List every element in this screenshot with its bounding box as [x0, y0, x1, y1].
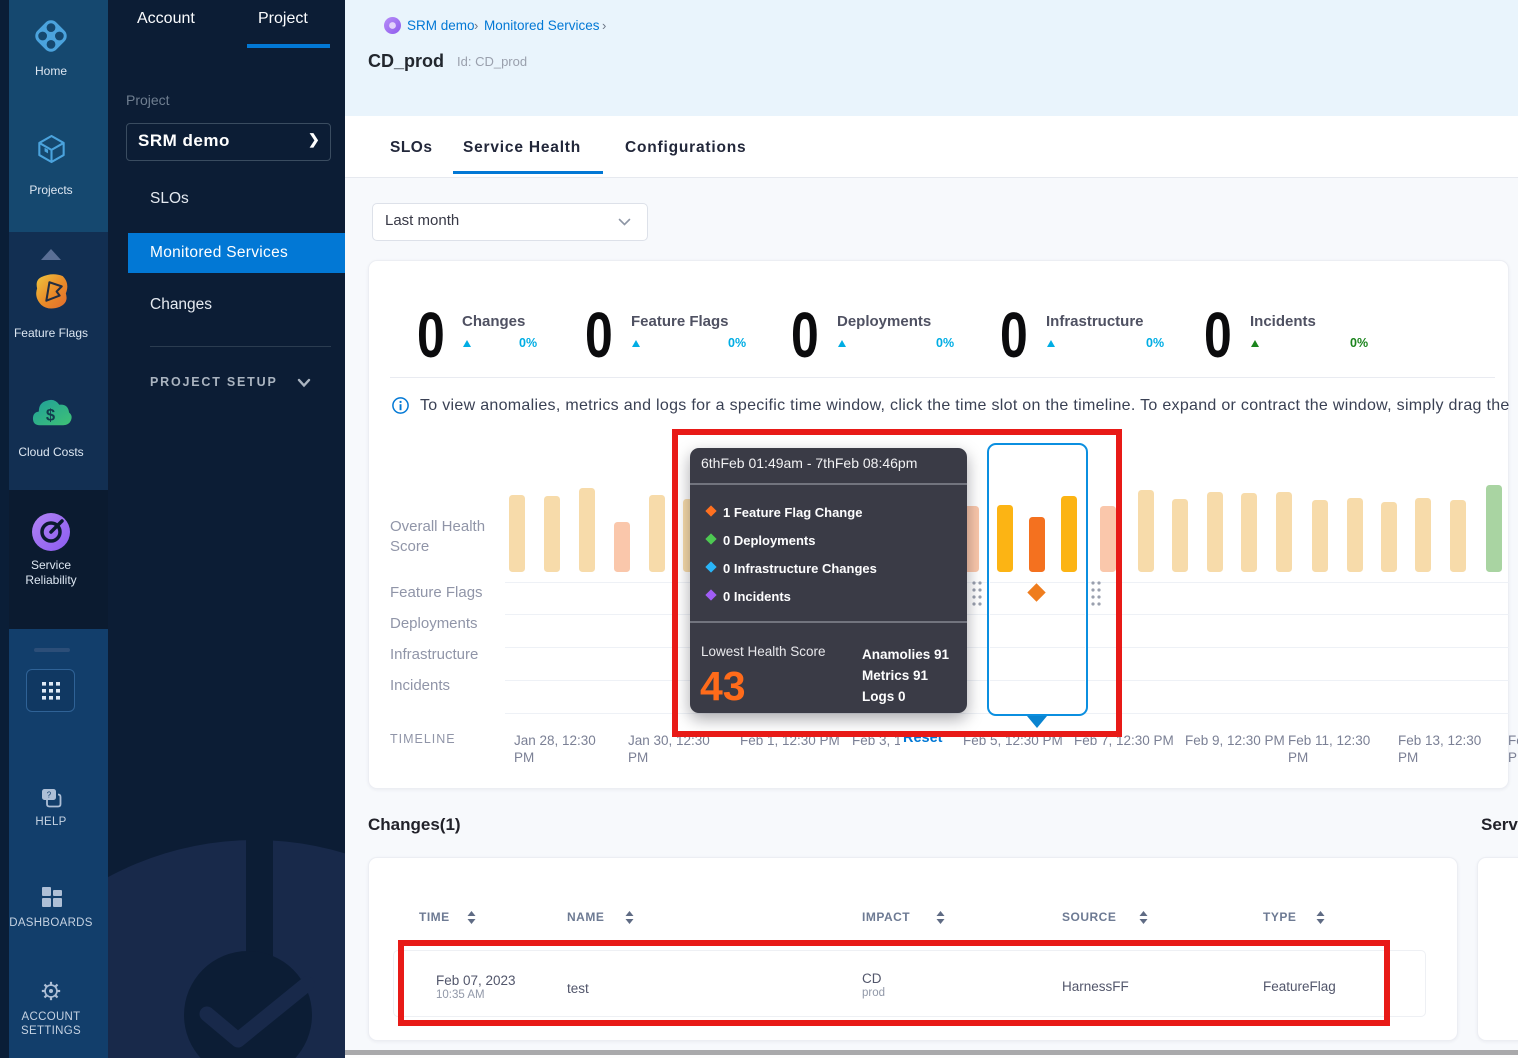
svg-text:$: $: [46, 405, 55, 424]
svg-text:?: ?: [47, 791, 52, 800]
